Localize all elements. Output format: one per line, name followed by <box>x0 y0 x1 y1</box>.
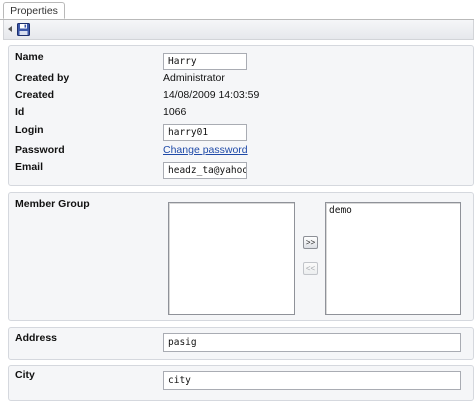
tab-strip <box>0 0 474 20</box>
add-group-button[interactable]: >> <box>303 236 318 249</box>
save-icon[interactable] <box>17 23 30 36</box>
selected-groups-listbox[interactable]: demo <box>325 202 461 315</box>
list-item[interactable]: demo <box>326 203 460 218</box>
id-label: Id <box>15 106 25 118</box>
remove-group-button[interactable]: << <box>303 262 318 275</box>
created-value: 14/08/2009 14:03:59 <box>163 89 260 101</box>
email-input[interactable]: headz_ta@yahoo.com <box>163 162 247 179</box>
city-label: City <box>15 369 35 381</box>
created-by-value: Administrator <box>163 72 225 84</box>
member-group-label: Member Group <box>15 198 90 210</box>
toolbar <box>3 20 474 40</box>
name-label: Name <box>15 51 44 63</box>
id-value: 1066 <box>163 106 187 118</box>
login-label: Login <box>15 124 44 136</box>
tab-properties[interactable]: Properties <box>3 2 65 19</box>
login-input[interactable]: harry01 <box>163 124 247 141</box>
available-groups-listbox[interactable] <box>168 202 295 315</box>
address-label: Address <box>15 332 58 344</box>
city-input[interactable]: city <box>163 371 461 390</box>
created-by-label: Created by <box>15 72 70 84</box>
email-label: Email <box>15 161 44 173</box>
address-input[interactable]: pasig <box>163 333 461 352</box>
password-label: Password <box>15 144 65 156</box>
change-password-link[interactable]: Change password <box>163 144 248 156</box>
name-input[interactable]: Harry <box>163 53 247 70</box>
grip-icon[interactable] <box>8 26 12 32</box>
created-label: Created <box>15 89 55 101</box>
